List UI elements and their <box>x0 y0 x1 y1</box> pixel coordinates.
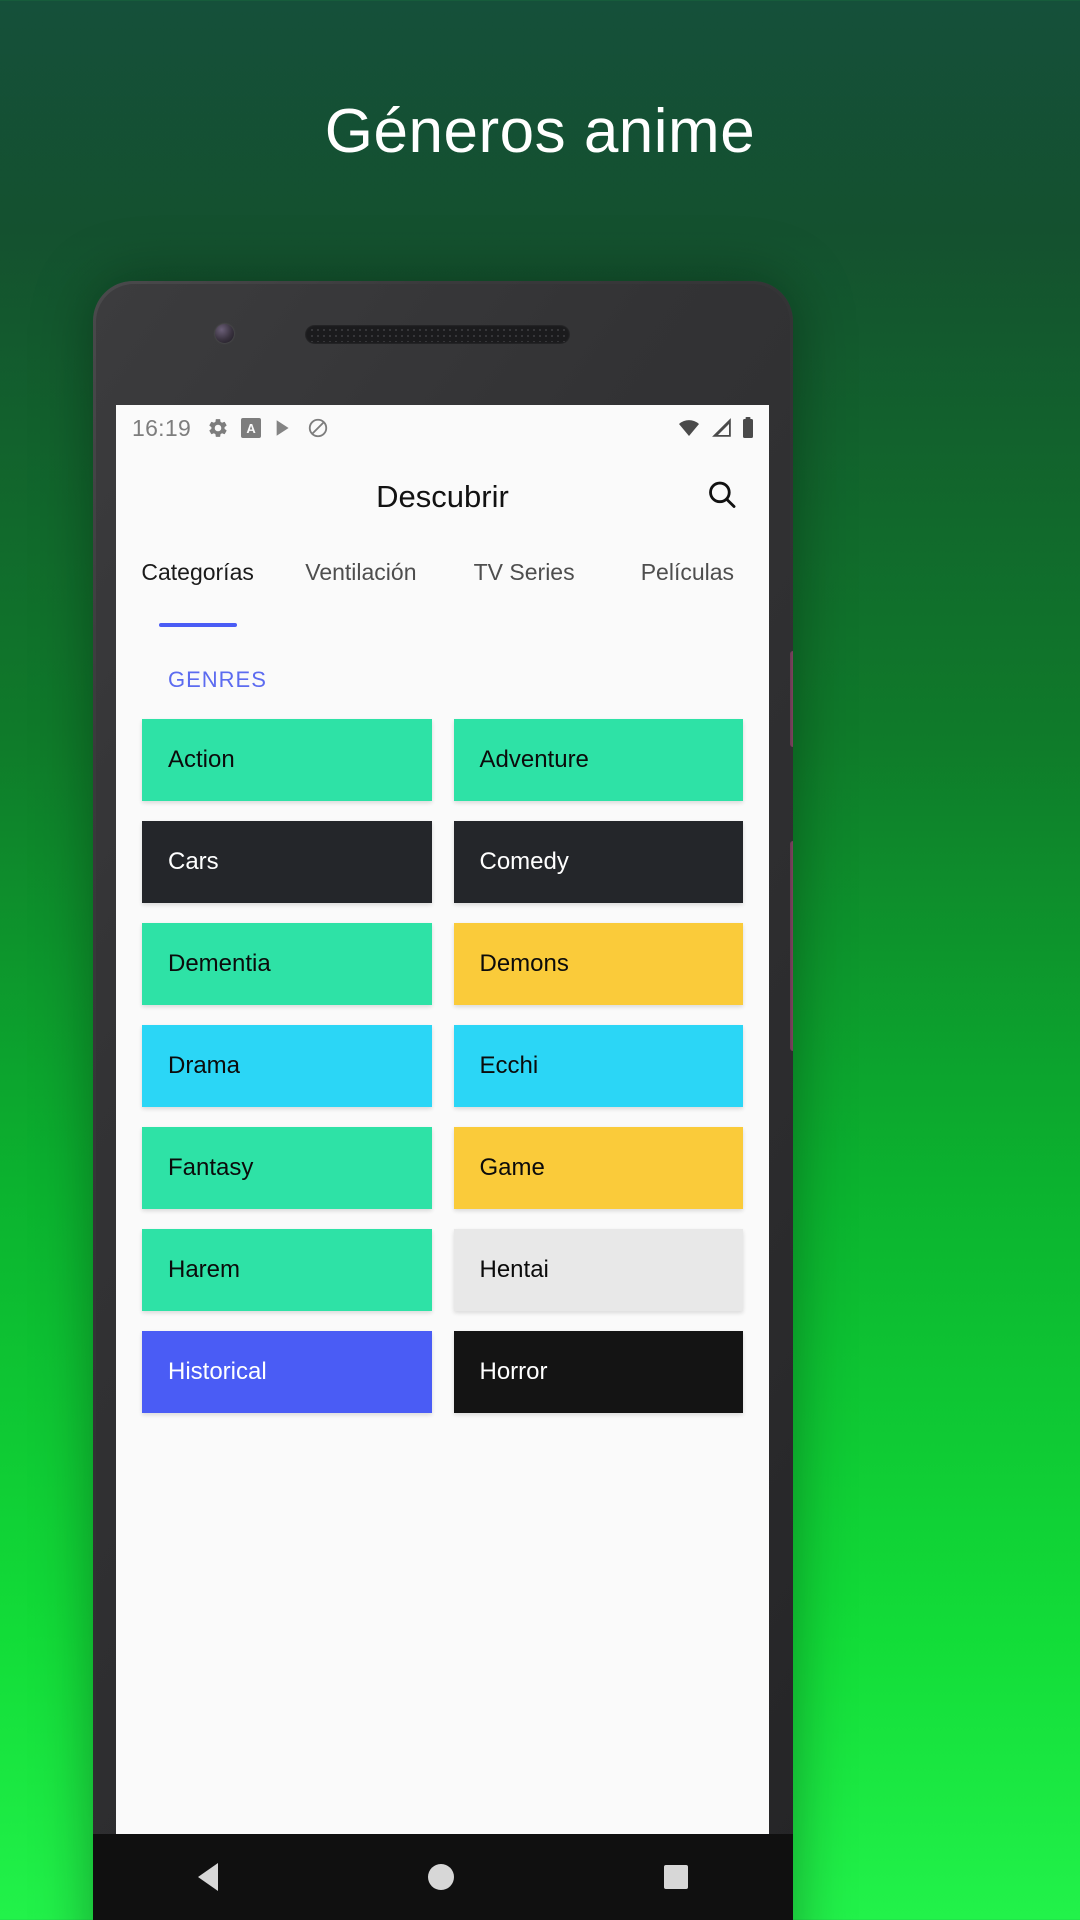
do-not-disturb-icon <box>307 417 329 439</box>
home-circle-icon[interactable] <box>428 1864 454 1890</box>
tab-peliculas[interactable]: Películas <box>606 543 769 627</box>
genre-tile[interactable]: Dementia <box>142 923 432 1005</box>
genre-tile[interactable]: Hentai <box>453 1229 743 1311</box>
appbar-title: Descubrir <box>376 479 509 514</box>
genre-tile[interactable]: Comedy <box>453 821 743 903</box>
signal-icon <box>710 418 732 438</box>
status-right-icons <box>677 416 755 440</box>
phone-screen: 16:19 A Descubrir Categorías Ventilación… <box>116 405 769 1920</box>
tab-tv-series[interactable]: TV Series <box>443 543 606 627</box>
genre-tile[interactable]: Demons <box>453 923 743 1005</box>
battery-icon <box>741 416 755 440</box>
tab-bar: Categorías Ventilación TV Series Películ… <box>116 543 769 627</box>
tab-ventilacion[interactable]: Ventilación <box>279 543 442 627</box>
back-triangle-icon[interactable] <box>198 1863 218 1891</box>
genre-label: Comedy <box>479 848 569 875</box>
genre-label: Action <box>168 746 235 773</box>
status-clock: 16:19 <box>132 414 192 441</box>
earpiece-speaker <box>305 325 570 344</box>
tab-label: Películas <box>640 559 735 585</box>
genre-label: Drama <box>168 1052 241 1079</box>
page-title: Géneros anime <box>324 97 756 166</box>
tab-label: Ventilación <box>305 559 417 585</box>
genre-tile[interactable]: Game <box>453 1127 743 1209</box>
volume-button[interactable] <box>790 651 793 747</box>
genre-label: Horror <box>479 1358 548 1385</box>
wifi-icon <box>677 418 701 438</box>
status-bar: 16:19 A <box>116 405 769 451</box>
power-button[interactable] <box>790 841 793 1051</box>
genre-tile[interactable]: Drama <box>142 1025 432 1107</box>
tab-label: TV Series <box>473 559 575 585</box>
status-left-icons: A <box>207 417 329 439</box>
tab-active-indicator <box>158 623 237 627</box>
recents-square-icon[interactable] <box>664 1865 688 1889</box>
play-store-icon <box>273 417 295 439</box>
genre-tile[interactable]: Historical <box>142 1331 432 1413</box>
genre-label: Cars <box>168 848 219 875</box>
genre-tile[interactable]: Action <box>142 719 432 801</box>
tab-label: Categorías <box>141 559 254 585</box>
gear-icon <box>207 417 229 439</box>
tab-active-indicator <box>322 623 400 627</box>
genre-label: Harem <box>168 1256 241 1283</box>
genre-label: Game <box>479 1154 545 1181</box>
genre-label: Hentai <box>479 1256 549 1283</box>
genre-tile[interactable]: Cars <box>142 821 432 903</box>
front-camera-icon <box>215 324 234 343</box>
genres-section-label: GENRES <box>168 667 267 692</box>
android-navigation-bar <box>93 1834 793 1920</box>
genre-tile[interactable]: Ecchi <box>453 1025 743 1107</box>
tab-active-indicator <box>485 623 563 627</box>
genres-grid: Action Adventure Cars Comedy Dementia De… <box>116 719 769 1413</box>
genre-tile[interactable]: Harem <box>142 1229 432 1311</box>
genre-label: Ecchi <box>479 1052 539 1079</box>
app-bar: Descubrir <box>116 451 769 543</box>
tab-categorias[interactable]: Categorías <box>116 543 279 627</box>
genre-tile[interactable]: Horror <box>453 1331 743 1413</box>
genre-tile[interactable]: Fantasy <box>142 1127 432 1209</box>
genre-label: Demons <box>479 950 569 977</box>
search-icon[interactable] <box>705 478 739 517</box>
genre-label: Dementia <box>168 950 271 977</box>
a-badge-icon: A <box>241 418 262 438</box>
genre-label: Adventure <box>479 746 589 773</box>
phone-device-frame: 16:19 A Descubrir Categorías Ventilación… <box>93 281 793 1920</box>
tab-active-indicator <box>648 623 726 627</box>
genre-tile[interactable]: Adventure <box>453 719 743 801</box>
genre-label: Historical <box>168 1358 267 1385</box>
genre-label: Fantasy <box>168 1154 254 1181</box>
